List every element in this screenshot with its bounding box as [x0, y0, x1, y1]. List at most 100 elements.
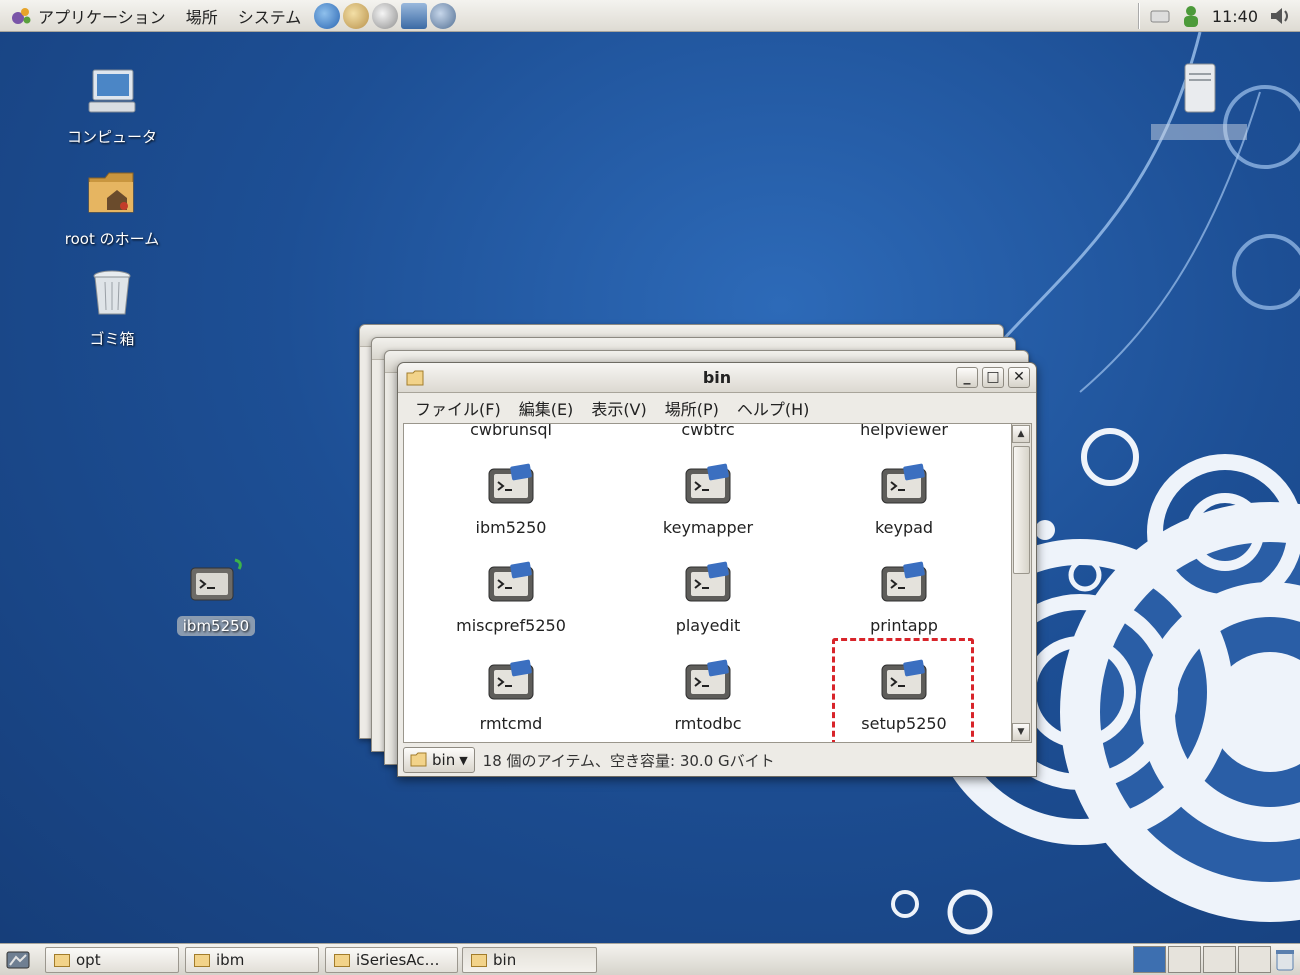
- terminal-launcher-icon: [190, 558, 242, 601]
- location-button[interactable]: bin ▼: [403, 747, 475, 773]
- vertical-scrollbar[interactable]: ▲ ▼: [1012, 423, 1032, 743]
- file-item[interactable]: ibm5250: [416, 460, 606, 537]
- menu-edit[interactable]: 編集(E): [510, 396, 583, 420]
- executable-icon: [685, 561, 731, 602]
- executable-icon: [685, 659, 731, 700]
- desktop-icon-home[interactable]: root のホーム: [42, 166, 182, 249]
- places-menu[interactable]: 場所: [176, 0, 228, 32]
- file-icon-view[interactable]: cwbrunsql cwbtrc helpviewer ibm5250 keyma…: [403, 423, 1012, 743]
- folder-icon: [471, 953, 487, 967]
- web-browser-launcher-icon[interactable]: [314, 2, 341, 29]
- file-label: playedit: [675, 616, 741, 635]
- close-button[interactable]: ✕: [1008, 367, 1030, 388]
- scroll-down-button[interactable]: ▼: [1012, 723, 1030, 741]
- trash-icon: [93, 270, 131, 315]
- file-label: miscpref5250: [456, 616, 566, 635]
- folder-icon: [334, 953, 350, 967]
- file-item[interactable]: keymapper: [613, 460, 803, 537]
- executable-icon: [488, 659, 534, 700]
- desktop-icon-computer[interactable]: コンピュータ: [42, 66, 182, 147]
- workspace-4[interactable]: [1238, 946, 1271, 973]
- file-item[interactable]: keypad: [809, 460, 999, 537]
- executable-icon: [488, 463, 534, 504]
- menu-bar: ファイル(F) 編集(E) 表示(V) 場所(P) ヘルプ(H): [398, 393, 1036, 423]
- file-label-partial[interactable]: cwbrunsql: [416, 424, 606, 439]
- places-menu-label: 場所: [185, 7, 218, 27]
- volume-icon[interactable]: [1268, 4, 1294, 28]
- clock[interactable]: 11:40: [1212, 7, 1258, 26]
- note-launcher-icon[interactable]: [372, 2, 399, 29]
- taskbar-button-label: iSeriesAc…: [356, 951, 440, 969]
- system-menu[interactable]: システム: [228, 0, 312, 32]
- top-panel: アプリケーション 場所 システム 11:40: [0, 0, 1300, 32]
- keyboard-indicator-icon: [1150, 10, 1170, 23]
- dropdown-arrow-icon: ▼: [459, 753, 468, 767]
- file-label-partial[interactable]: cwbtrc: [613, 424, 803, 439]
- file-label: rmtcmd: [479, 714, 543, 733]
- file-item[interactable]: miscpref5250: [416, 558, 606, 635]
- desktop-icon-label: ibm5250: [176, 616, 256, 636]
- file-label: rmtodbc: [674, 714, 742, 733]
- desktop-icon-ibm5250[interactable]: ibm5250: [146, 556, 286, 636]
- menu-places[interactable]: 場所(P): [656, 396, 728, 420]
- file-label: keymapper: [662, 518, 754, 537]
- file-label-partial[interactable]: helpviewer: [809, 424, 999, 439]
- applications-menu[interactable]: アプリケーション: [0, 0, 176, 32]
- taskbar-button-bin[interactable]: bin: [462, 947, 597, 973]
- scroll-up-button[interactable]: ▲: [1012, 425, 1030, 443]
- file-item[interactable]: printapp: [809, 558, 999, 635]
- executable-icon: [881, 463, 927, 504]
- mail-launcher-icon[interactable]: [343, 2, 370, 29]
- gnome-foot-icon: [12, 7, 31, 24]
- window-titlebar[interactable]: bin _ □ ✕: [398, 363, 1036, 393]
- workspace-2[interactable]: [1168, 946, 1201, 973]
- taskbar-button-opt[interactable]: opt: [45, 947, 179, 973]
- executable-icon: [685, 463, 731, 504]
- status-text: 18 個のアイテム、空き容量: 30.0 Gバイト: [482, 751, 775, 770]
- system-menu-label: システム: [237, 7, 302, 27]
- server-icon: [1184, 63, 1216, 113]
- setup5250-highlight-box: [832, 638, 974, 742]
- desktop-icon-server[interactable]: [1151, 60, 1247, 140]
- panel-separator: [1137, 3, 1140, 29]
- workspace-3[interactable]: [1203, 946, 1236, 973]
- desktop-icon-trash[interactable]: ゴミ箱: [42, 268, 182, 349]
- file-item[interactable]: playedit: [613, 558, 803, 635]
- desktop-icon-label: root のホーム: [64, 230, 160, 248]
- taskbar-button-label: bin: [493, 951, 517, 969]
- home-folder-icon: [88, 172, 134, 213]
- trash-applet-icon[interactable]: [1272, 947, 1298, 973]
- menu-help[interactable]: ヘルプ(H): [728, 396, 819, 420]
- taskbar-button-iseriesaccess[interactable]: iSeriesAc…: [325, 947, 458, 973]
- status-bar: bin ▼ 18 個のアイテム、空き容量: 30.0 Gバイト: [403, 746, 1033, 774]
- taskbar-button-label: opt: [76, 951, 101, 969]
- maximize-button[interactable]: □: [982, 367, 1004, 388]
- file-item[interactable]: rmtodbc: [613, 656, 803, 733]
- bottom-panel: opt ibm iSeriesAc… bin: [0, 943, 1300, 975]
- executable-icon: [881, 561, 927, 602]
- file-manager-window[interactable]: bin _ □ ✕ ファイル(F) 編集(E) 表示(V) 場所(P) ヘルプ(…: [397, 362, 1037, 777]
- user-status-icon[interactable]: [1180, 4, 1202, 28]
- minimize-button[interactable]: _: [956, 367, 978, 388]
- document-launcher-icon[interactable]: [401, 2, 428, 29]
- desktop-icon-label: コンピュータ: [66, 128, 157, 146]
- file-label: keypad: [874, 518, 934, 537]
- window-title: bin: [702, 368, 732, 387]
- taskbar-button-ibm[interactable]: ibm: [185, 947, 319, 973]
- show-desktop-icon[interactable]: [4, 947, 32, 973]
- file-label: printapp: [870, 616, 938, 635]
- folder-icon: [194, 953, 210, 967]
- computer-icon: [88, 69, 136, 113]
- applications-menu-label: アプリケーション: [38, 7, 166, 27]
- menu-view[interactable]: 表示(V): [582, 396, 655, 420]
- taskbar-button-label: ibm: [216, 951, 245, 969]
- folder-icon: [410, 752, 427, 767]
- folder-icon: [54, 953, 70, 967]
- workspace-1[interactable]: [1133, 946, 1166, 973]
- desktop-icon-label: ゴミ箱: [89, 330, 135, 348]
- presentation-launcher-icon[interactable]: [430, 2, 457, 29]
- server-label-blurred: [1151, 124, 1247, 140]
- menu-file[interactable]: ファイル(F): [406, 396, 510, 420]
- scrollbar-thumb[interactable]: [1013, 446, 1030, 574]
- file-item[interactable]: rmtcmd: [416, 656, 606, 733]
